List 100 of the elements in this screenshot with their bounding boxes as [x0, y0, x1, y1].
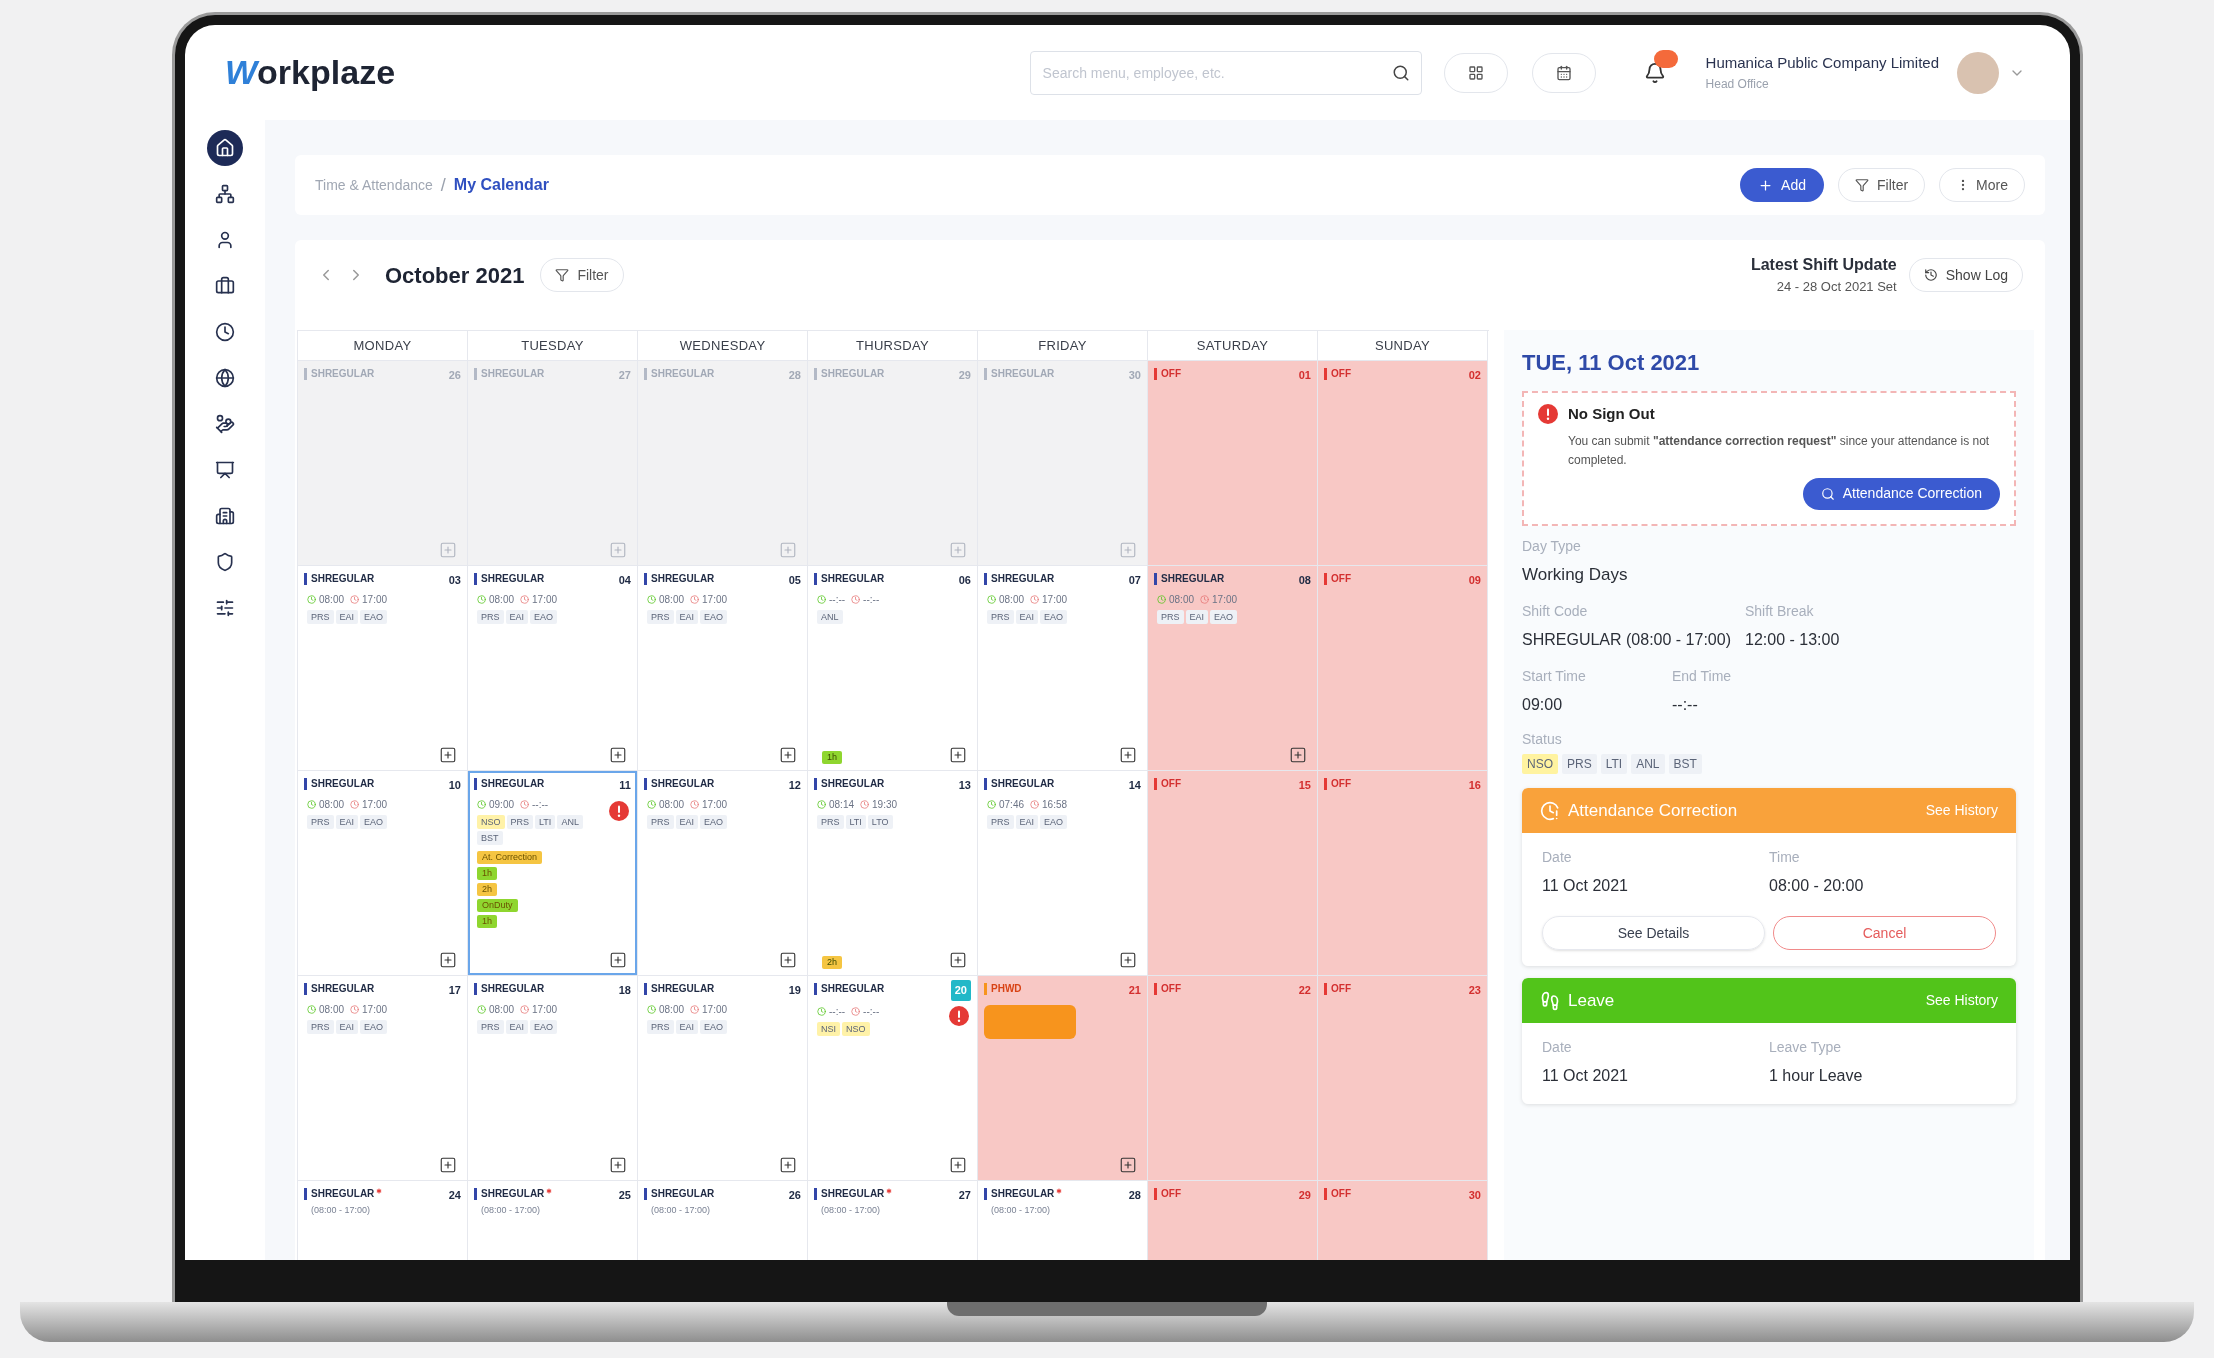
shift-code: OFF	[1331, 982, 1351, 996]
add-entry-icon[interactable]	[1289, 746, 1307, 764]
calendar-day-cell[interactable]: SHREGULAR 12 08:00 17:00 PRS EAI EAO	[638, 771, 808, 976]
branch-name: Head Office	[1705, 75, 1770, 93]
shift-code: SHREGULAR	[991, 572, 1055, 586]
add-entry-icon[interactable]	[1119, 746, 1137, 764]
calendar-day-cell[interactable]: OFF 22	[1148, 976, 1318, 1181]
add-entry-icon[interactable]	[439, 951, 457, 969]
clock-icon	[1540, 800, 1560, 821]
day-number: 16	[1468, 778, 1481, 793]
search-icon[interactable]	[1391, 63, 1410, 82]
calendar-day-cell[interactable]: SHREGULAR 10 08:00 17:00 PRS EAI EAO	[298, 771, 468, 976]
event-chip[interactable]: 2h	[822, 956, 842, 969]
day-number: 02	[1468, 368, 1481, 383]
calendar-day-cell[interactable]: OFF 02	[1318, 361, 1488, 566]
calendar-day-cell[interactable]: SHREGULAR 03 08:00 17:00 PRS EAI EAO	[298, 566, 468, 771]
shield-icon	[215, 552, 235, 572]
calendar-day-cell[interactable]: SHREGULAR 18 08:00 17:00 PRS EAI EAO	[468, 976, 638, 1181]
clock-out-icon	[350, 799, 360, 809]
status-tag: EAO	[360, 609, 388, 624]
calendar-day-cell[interactable]: SHREGULAR 08 08:00 17:00 PRS EAI EAO	[1148, 566, 1318, 771]
event-chip[interactable]: 1h	[477, 914, 497, 928]
filter-icon	[555, 268, 570, 282]
day-number: 23	[1468, 983, 1481, 998]
status-tag: PRS	[307, 1019, 334, 1034]
shift-code: SHREGULAR	[651, 777, 715, 791]
calendar-day-cell[interactable]: SHREGULAR 06 --:-- --:-- ANL 1h	[808, 566, 978, 771]
add-button[interactable]: Add	[1740, 168, 1824, 202]
clock-in-time: 08:00	[319, 797, 345, 812]
status-tag: NSO	[477, 814, 505, 829]
calendar-day-cell[interactable]: SHREGULAR 20 --:-- --:-- NSI NSO	[808, 976, 978, 1181]
status-tag: LTO	[867, 814, 893, 829]
calendar-day-cell[interactable]: OFF 29	[1148, 1181, 1318, 1260]
breadcrumb-link[interactable]: My Calendar	[453, 173, 549, 197]
clock-in-time: 08:00	[319, 1002, 345, 1017]
field-label: Shift Break	[1745, 602, 1815, 621]
add-entry-icon[interactable]	[949, 746, 967, 764]
status-tag: EAO	[1040, 609, 1068, 624]
add-entry-icon[interactable]	[1119, 1156, 1137, 1174]
add-entry-icon[interactable]	[949, 1156, 967, 1174]
event-chip[interactable]: At. Correction	[477, 850, 543, 864]
calendar-day-cell[interactable]: SHREGULAR 11 09:00 --:-- NSO PRS LTI ANL BST At. Correction 1h 2h OnDuty 1h	[468, 771, 638, 976]
status-tag: EAI	[1185, 609, 1209, 624]
status-tag: PRS	[307, 814, 334, 829]
add-entry-icon[interactable]	[779, 951, 797, 969]
calendar-day-cell[interactable]: SHREGULAR 07 08:00 17:00 PRS EAI EAO	[978, 566, 1148, 771]
shift-code: SHREGULAR	[481, 1187, 545, 1201]
status-tag: EAI	[335, 814, 359, 829]
add-entry-icon[interactable]	[609, 1156, 627, 1174]
attendance-correction-button[interactable]: Attendance Correction	[1802, 477, 2000, 510]
shift-code: PHWD	[991, 982, 1022, 996]
clock-in-time: 07:46	[999, 797, 1025, 812]
add-entry-icon[interactable]	[779, 1156, 797, 1174]
clock-out-time: 17:00	[532, 592, 558, 607]
status-tag: EAO	[360, 814, 388, 829]
shift-code: SHREGULAR	[821, 1187, 885, 1201]
add-entry-icon[interactable]	[1119, 951, 1137, 969]
calendar-day-cell[interactable]: OFF 23	[1318, 976, 1488, 1181]
day-number: 18	[618, 983, 631, 998]
status-tag: EAO	[700, 814, 728, 829]
calendar-day-cell[interactable]: SHREGULAR 17 08:00 17:00 PRS EAI EAO	[298, 976, 468, 1181]
sidebar-nav-button[interactable]	[207, 130, 243, 166]
event-chip[interactable]: 2h	[477, 882, 497, 896]
status-tag: PRS	[647, 814, 674, 829]
calendar-day-cell[interactable]: OFF 15	[1148, 771, 1318, 976]
add-entry-icon[interactable]	[949, 951, 967, 969]
event-chip[interactable]: 1h	[822, 751, 842, 764]
calendar-day-cell[interactable]: OFF 09	[1318, 566, 1488, 771]
calendar-day-cell[interactable]: SHREGULAR 04 08:00 17:00 PRS EAI EAO	[468, 566, 638, 771]
clock-in-icon	[307, 799, 316, 809]
calendar-day-cell[interactable]: SHREGULAR 05 08:00 17:00 PRS EAI EAO	[638, 566, 808, 771]
history-icon	[1923, 268, 1938, 282]
add-entry-icon[interactable]	[439, 1156, 457, 1174]
day-number: 04	[618, 573, 631, 588]
calendar-day-cell[interactable]: PHWD 21	[978, 976, 1148, 1181]
calendar-day-cell[interactable]: OFF 30	[1318, 1181, 1488, 1260]
clock-in-time: --:--	[829, 592, 846, 607]
status-tag: LTI	[845, 814, 866, 829]
clock-out-time: 17:00	[362, 1002, 388, 1017]
sliders-icon	[215, 598, 235, 618]
event-chip[interactable]: OnDuty	[477, 898, 518, 912]
day-number: 30	[1128, 368, 1141, 383]
search-field[interactable]: Search menu, employee, etc.	[1029, 50, 1422, 95]
calendar-day-cell[interactable]: SHREGULAR 13 08:14 19:30 PRS LTI LTO 2h	[808, 771, 978, 976]
status-tag: PRS	[477, 1019, 504, 1034]
calendar-day-cell[interactable]: OFF 16	[1318, 771, 1488, 976]
add-entry-icon[interactable]	[439, 746, 457, 764]
shift-code: OFF	[1161, 1187, 1181, 1201]
event-chip[interactable]: 1h	[477, 866, 497, 880]
calendar-day-cell[interactable]: SHREGULAR 14 07:46 16:58 PRS EAI EAO	[978, 771, 1148, 976]
day-number: 24	[448, 1188, 461, 1203]
status-tag: PRS	[1562, 754, 1597, 774]
notification-bell-icon[interactable]	[1643, 61, 1666, 84]
add-entry-icon[interactable]	[609, 951, 627, 969]
calendar-day-cell[interactable]: OFF 01	[1148, 361, 1318, 566]
add-entry-icon[interactable]	[609, 746, 627, 764]
shift-code: SHREGULAR	[481, 982, 545, 996]
coins-icon	[215, 414, 235, 434]
calendar-day-cell[interactable]: SHREGULAR 19 08:00 17:00 PRS EAI EAO	[638, 976, 808, 1181]
add-entry-icon[interactable]	[779, 746, 797, 764]
